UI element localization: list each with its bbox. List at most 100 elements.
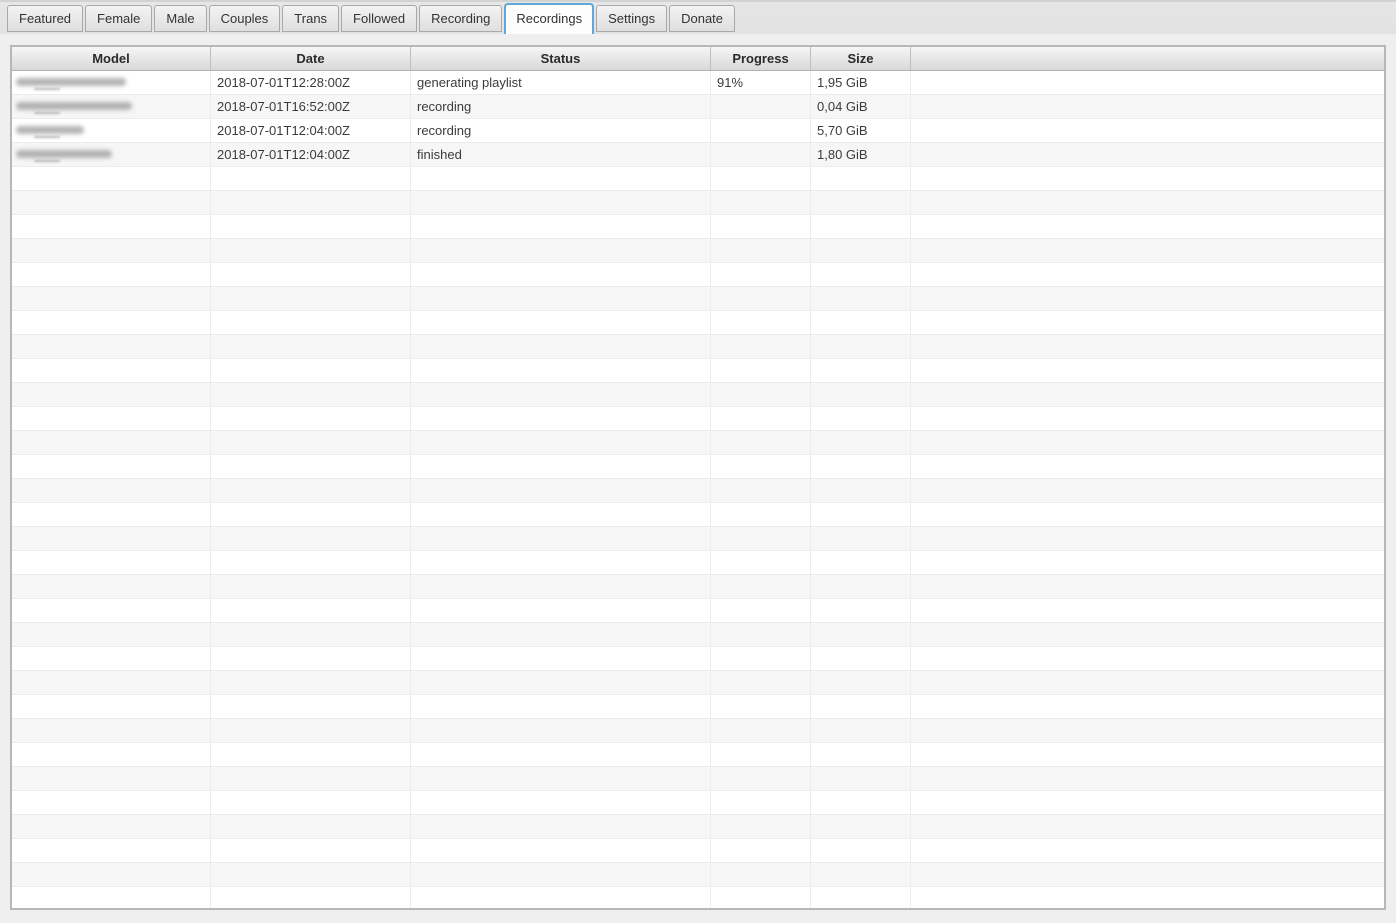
cell-empty [411,359,711,383]
empty-table-row[interactable] [12,215,1384,239]
cell-empty [411,695,711,719]
empty-table-row[interactable] [12,719,1384,743]
cell-empty [211,383,411,407]
tab-featured[interactable]: Featured [7,5,84,32]
cell-empty [911,551,1384,575]
tab-recordings[interactable]: Recordings [504,3,595,34]
cell-filler [911,119,1384,143]
empty-table-row[interactable] [12,503,1384,527]
cell-empty [12,743,211,767]
empty-table-row[interactable] [12,167,1384,191]
column-header-status[interactable]: Status [411,47,711,70]
cell-empty [211,311,411,335]
cell-empty [12,503,211,527]
cell-empty [211,671,411,695]
cell-status: finished [411,143,711,167]
cell-empty [211,791,411,815]
recording-row[interactable]: 2018-07-01T12:04:00Z finished 1,80 GiB [12,143,1384,167]
cell-empty [711,431,811,455]
tab-donate[interactable]: Donate [669,5,736,32]
empty-table-row[interactable] [12,551,1384,575]
cell-empty [711,623,811,647]
empty-table-row[interactable] [12,839,1384,863]
cell-empty [12,671,211,695]
cell-empty [711,215,811,239]
empty-table-row[interactable] [12,815,1384,839]
empty-table-row[interactable] [12,479,1384,503]
cell-empty [411,599,711,623]
empty-table-row[interactable] [12,527,1384,551]
empty-table-row[interactable] [12,287,1384,311]
tab-followed[interactable]: Followed [341,5,418,32]
cell-empty [811,839,911,863]
cell-empty [411,407,711,431]
cell-empty [211,479,411,503]
empty-table-row[interactable] [12,455,1384,479]
column-header-model[interactable]: Model [12,47,211,70]
empty-table-row[interactable] [12,863,1384,887]
cell-empty [911,263,1384,287]
cell-empty [12,335,211,359]
empty-table-row[interactable] [12,407,1384,431]
cell-empty [12,407,211,431]
column-header-date[interactable]: Date [211,47,411,70]
cell-empty [12,167,211,191]
empty-table-row[interactable] [12,743,1384,767]
recording-row[interactable]: 2018-07-01T12:28:00Z generating playlist 9… [12,71,1384,95]
cell-empty [711,311,811,335]
cell-empty [811,575,911,599]
empty-table-row[interactable] [12,311,1384,335]
cell-empty [711,239,811,263]
column-header-size[interactable]: Size [811,47,911,70]
column-header-progress[interactable]: Progress [711,47,811,70]
cell-empty [811,527,911,551]
empty-table-row[interactable] [12,671,1384,695]
model-name-redacted-dash [34,136,60,138]
tab-trans[interactable]: Trans [282,5,340,32]
cell-model [12,71,211,95]
tab-couples[interactable]: Couples [208,5,281,32]
empty-table-row[interactable] [12,791,1384,815]
tab-settings[interactable]: Settings [596,5,668,32]
cell-empty [12,623,211,647]
cell-empty [211,455,411,479]
cell-empty [911,791,1384,815]
empty-table-row[interactable] [12,431,1384,455]
empty-table-row[interactable] [12,575,1384,599]
cell-empty [911,455,1384,479]
cell-empty [811,287,911,311]
empty-table-row[interactable] [12,263,1384,287]
cell-size: 5,70 GiB [811,119,911,143]
empty-table-row[interactable] [12,383,1384,407]
empty-table-row[interactable] [12,599,1384,623]
empty-table-row[interactable] [12,767,1384,791]
cell-empty [411,863,711,887]
recording-row[interactable]: 2018-07-01T16:52:00Z recording 0,04 GiB [12,95,1384,119]
empty-table-row[interactable] [12,647,1384,671]
cell-empty [411,287,711,311]
empty-table-row[interactable] [12,359,1384,383]
empty-table-row[interactable] [12,623,1384,647]
tab-recording[interactable]: Recording [419,5,503,32]
model-name-redacted [16,78,126,86]
cell-empty [411,551,711,575]
cell-model [12,95,211,119]
empty-table-row[interactable] [12,887,1384,908]
tab-male[interactable]: Male [154,5,207,32]
empty-table-row[interactable] [12,191,1384,215]
recording-row[interactable]: 2018-07-01T12:04:00Z recording 5,70 GiB [12,119,1384,143]
empty-table-row[interactable] [12,335,1384,359]
cell-empty [711,575,811,599]
cell-empty [811,311,911,335]
cell-empty [711,671,811,695]
tab-female[interactable]: Female [85,5,153,32]
cell-empty [911,575,1384,599]
cell-size: 1,80 GiB [811,143,911,167]
cell-empty [711,503,811,527]
cell-progress: 91% [711,71,811,95]
cell-size: 1,95 GiB [811,71,911,95]
cell-empty [411,575,711,599]
empty-table-row[interactable] [12,695,1384,719]
cell-empty [211,191,411,215]
empty-table-row[interactable] [12,239,1384,263]
